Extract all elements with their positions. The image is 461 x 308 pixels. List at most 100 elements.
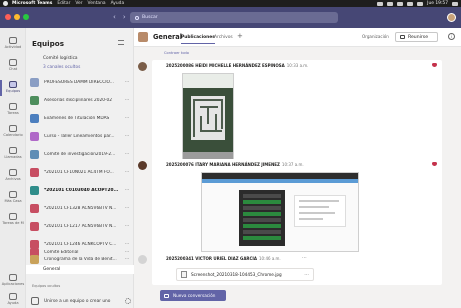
history-nav: ‹ › <box>113 13 126 21</box>
info-icon[interactable]: i <box>448 33 455 40</box>
teams-icon <box>9 81 17 88</box>
file-more-options-icon[interactable]: ··· <box>304 272 309 278</box>
battery-icon[interactable] <box>407 1 414 6</box>
more-options-icon[interactable]: ··· <box>122 205 132 211</box>
author-avatar[interactable] <box>138 161 147 170</box>
more-options-icon[interactable]: ··· <box>122 97 132 103</box>
file-attachment[interactable]: Screenshot_20210318-104453_Chrome.jpg ··… <box>176 268 314 281</box>
video-camera-icon <box>400 35 405 39</box>
mac-menubar: Microsoft Teams Editar Ver Ventana Ayuda… <box>0 0 461 7</box>
rail-more[interactable]: Más Casa <box>0 188 26 208</box>
post-card: 2025200341 VICTOR URIEL DIAZ GARCIA 10:46… <box>138 253 442 285</box>
user-avatar[interactable] <box>447 13 456 22</box>
menu-ayuda[interactable]: Ayuda <box>111 1 125 6</box>
keyboard-icon[interactable] <box>417 1 424 6</box>
rail-teams[interactable]: Equipos <box>0 78 26 98</box>
author-avatar[interactable] <box>138 62 147 71</box>
rail-app[interactable]: Tareas de M <box>0 210 26 230</box>
menubar-clock[interactable]: Jue 19:57 <box>427 1 448 6</box>
team-item[interactable]: Exámenes de Titulación MDAS ··· <box>30 109 132 127</box>
more-options-icon[interactable]: ··· <box>122 151 132 157</box>
tab-publicaciones[interactable]: Publicaciones <box>181 35 215 44</box>
hidden-channels-link[interactable]: 3 canales ocultos <box>43 65 80 70</box>
rail-activity[interactable]: Actividad <box>0 34 26 54</box>
help-icon <box>9 293 17 300</box>
rail-chat[interactable]: Chat <box>0 56 26 76</box>
menu-ver[interactable]: Ver <box>75 1 82 6</box>
menubar-status: Jue 19:57 <box>377 1 458 6</box>
team-item[interactable]: Comité de investigación2019-2... ··· <box>30 145 132 163</box>
back-arrow-icon[interactable]: ‹ <box>113 13 116 21</box>
rail-calendar[interactable]: Calendario <box>0 122 26 142</box>
team-avatar <box>30 113 39 123</box>
more-options-icon[interactable]: ··· <box>122 115 132 121</box>
team-item[interactable]: PROFESORES DAMM DIRECCIO... ··· <box>30 73 132 91</box>
attachment-filename: Screenshot_20210318-104453_Chrome.jpg <box>191 272 282 277</box>
team-item[interactable]: *202101 C0103040 ACOPT20... ··· <box>30 181 132 199</box>
search-icon <box>135 15 139 20</box>
menu-ventana[interactable]: Ventana <box>88 1 106 6</box>
team-item[interactable]: Cronograma de la Vida de Benit... ··· <box>30 254 132 264</box>
tab-archivos[interactable]: Archivos <box>214 35 233 40</box>
files-icon <box>9 169 17 176</box>
author-avatar[interactable] <box>138 255 147 264</box>
rail-files[interactable]: Archivos <box>0 166 26 186</box>
more-options-icon[interactable]: ··· <box>122 223 132 229</box>
channel-item-general-selected[interactable]: General <box>26 265 134 274</box>
rail-apps[interactable]: Aplicaciones <box>0 271 26 291</box>
team-avatar <box>30 221 39 231</box>
attached-screenshot-image[interactable] <box>182 73 234 161</box>
heart-reaction-icon[interactable] <box>432 162 437 166</box>
rail-help[interactable]: Ayuda <box>0 290 26 308</box>
org-button[interactable]: Organización <box>362 34 389 39</box>
volume-icon[interactable] <box>397 1 404 6</box>
team-item[interactable]: Asesorías disciplinares 2020-02 ··· <box>30 91 132 109</box>
apple-icon[interactable] <box>3 1 8 6</box>
gear-icon[interactable] <box>125 298 131 304</box>
search-placeholder: Buscar <box>142 15 158 20</box>
join-or-create-team[interactable]: Unirse a un equipo o crear uno <box>31 294 131 308</box>
spotlight-icon[interactable] <box>452 1 458 6</box>
attached-screenshot-image[interactable] <box>201 172 359 252</box>
phone-icon <box>9 147 17 154</box>
bluetooth-icon[interactable] <box>377 1 384 6</box>
more-options-icon[interactable]: ··· <box>122 79 132 85</box>
add-tab-icon[interactable]: + <box>237 32 243 40</box>
tasks-icon <box>9 103 17 110</box>
post-author: 2025200076 ITARY MARIANA HERNÁNDEZ JIMEN… <box>166 162 304 167</box>
team-item[interactable]: *202101 CF1217 ACN5V6BTV N... ··· <box>30 217 132 235</box>
minimize-window-icon[interactable] <box>14 14 20 20</box>
compose-icon <box>164 293 169 298</box>
image-file-icon <box>181 271 187 278</box>
more-options-icon[interactable]: ··· <box>122 256 132 262</box>
menu-app-name[interactable]: Microsoft Teams <box>12 1 52 6</box>
menu-editar[interactable]: Editar <box>57 1 70 6</box>
team-icon <box>138 32 148 42</box>
close-window-icon[interactable] <box>5 14 11 20</box>
more-options-icon[interactable]: ··· <box>302 255 307 261</box>
new-conversation-button[interactable]: Nueva conversación <box>160 290 226 301</box>
team-avatar <box>30 131 39 141</box>
rail-calls[interactable]: Llamadas <box>0 144 26 164</box>
calendar-icon <box>9 125 17 132</box>
team-item[interactable]: Curso - Taller Lineamientos par... ··· <box>30 127 132 145</box>
zoom-window-icon[interactable] <box>23 14 29 20</box>
bell-icon <box>9 37 17 44</box>
wifi-icon[interactable] <box>387 1 394 6</box>
heart-reaction-icon[interactable] <box>432 63 437 67</box>
filter-icon[interactable] <box>118 40 124 45</box>
forward-arrow-icon[interactable]: › <box>123 13 126 21</box>
meet-button[interactable]: Reunirse <box>395 32 438 42</box>
channel-item-comite-logistica[interactable]: Comité logística <box>43 56 78 61</box>
collapse-all-link[interactable]: Contraer todo <box>164 51 189 55</box>
more-options-icon[interactable]: ··· <box>122 169 132 175</box>
team-item[interactable]: *202101 CF1328 ACN5V6BTV N... ··· <box>30 199 132 217</box>
rail-tasks[interactable]: Tareas <box>0 100 26 120</box>
more-options-icon[interactable]: ··· <box>122 133 132 139</box>
more-options-icon[interactable]: ··· <box>122 187 132 193</box>
conversation-feed: Contraer todo 2025200086 HEIDI MICHELLE … <box>134 47 461 308</box>
search-input[interactable]: Buscar <box>130 12 338 23</box>
teams-titlebar: ‹ › Buscar <box>0 7 461 28</box>
team-item[interactable]: *202101 CF10N021 AC4TM FO... ··· <box>30 163 132 181</box>
hidden-teams-label[interactable]: Equipos ocultos <box>32 284 60 288</box>
